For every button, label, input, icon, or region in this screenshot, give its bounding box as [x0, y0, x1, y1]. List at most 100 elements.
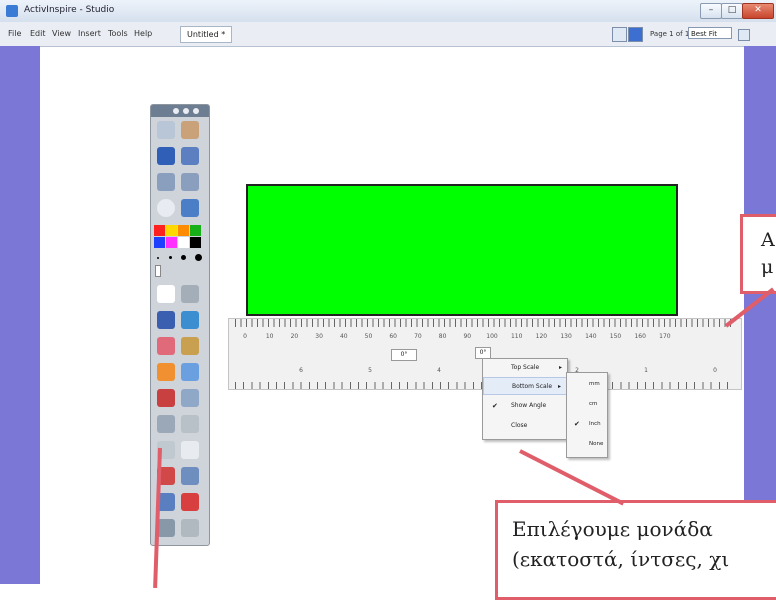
- ruler-cm-label: 0: [243, 333, 247, 340]
- clock-icon[interactable]: [157, 199, 175, 217]
- toolbox-header[interactable]: [151, 105, 209, 117]
- menu-bar: File Edit View Insert Tools Help Untitle…: [0, 22, 776, 47]
- maximize-button[interactable]: □: [721, 3, 743, 19]
- angle-display-left: 0°: [391, 349, 417, 361]
- ruler-context-menu: Top Scale ▸ Bottom Scale ▸ ✔ Show Angle …: [482, 358, 568, 440]
- ruler-cm-label: 90: [463, 333, 472, 340]
- submenu-arrow-icon: ▸: [558, 364, 562, 371]
- color-red-swatch[interactable]: [154, 225, 165, 236]
- menu-file[interactable]: File: [8, 29, 21, 38]
- ruler-cm-label: 120: [535, 333, 548, 340]
- green-rectangle[interactable]: [246, 184, 678, 316]
- trash-icon[interactable]: [181, 519, 199, 537]
- ruler-cm-label: 30: [315, 333, 323, 340]
- minimize-button[interactable]: –: [700, 3, 722, 19]
- ruler-inch-label: 1: [644, 367, 648, 374]
- menu-edit[interactable]: Edit: [30, 29, 46, 38]
- callout-bottom: Επιλέγουμε μονάδα (εκατοστά, ίντσες, χι: [495, 500, 776, 600]
- callout-text-line: (εκατοστά, ίντσες, χι: [512, 547, 730, 571]
- zoom-icon[interactable]: [181, 147, 199, 165]
- ruler-cm-label: 40: [339, 333, 348, 340]
- color-orange-swatch[interactable]: [178, 225, 189, 236]
- page-indicator: Page 1 of 1: [650, 30, 690, 38]
- unit-label: cm: [589, 401, 598, 407]
- dropdown-arrow-icon[interactable]: [738, 29, 750, 41]
- color-white-swatch[interactable]: [178, 237, 189, 248]
- shape-icon[interactable]: [157, 363, 175, 381]
- next-page-icon[interactable]: [181, 173, 199, 191]
- menu-item-label: Show Angle: [511, 402, 547, 409]
- page-view-icon[interactable]: [628, 27, 643, 42]
- color-blue-swatch[interactable]: [154, 237, 165, 248]
- pen-icon[interactable]: [157, 311, 175, 329]
- ruler-inch-label: 5: [368, 367, 372, 374]
- tools-icon[interactable]: [181, 285, 199, 303]
- toolbox-dot-icon[interactable]: [183, 108, 189, 114]
- pen-width-selector[interactable]: [157, 254, 203, 261]
- unit-option-inch[interactable]: ✔ Inch: [567, 415, 607, 433]
- callout-text-line: μ: [761, 256, 774, 278]
- color-black-swatch[interactable]: [190, 237, 201, 248]
- width-slider-handle[interactable]: [155, 265, 161, 277]
- reset-page-icon[interactable]: [181, 493, 199, 511]
- ruler-tool-icon[interactable]: [157, 415, 175, 433]
- unit-option-mm[interactable]: mm: [567, 375, 607, 393]
- menu-item-top-scale[interactable]: Top Scale ▸: [483, 359, 567, 377]
- browser-icon[interactable]: [157, 147, 175, 165]
- highlighter-icon[interactable]: [181, 311, 199, 329]
- text-icon[interactable]: [181, 389, 199, 407]
- callout-top-right: Α μ: [740, 214, 776, 294]
- menu-tools[interactable]: Tools: [108, 29, 128, 38]
- ruler-inch-label: 4: [437, 367, 441, 374]
- protractor-icon[interactable]: [181, 415, 199, 433]
- unit-label: Inch: [589, 421, 601, 427]
- unit-option-none[interactable]: None: [567, 435, 607, 453]
- app-icon: [6, 5, 18, 17]
- ruler-inch-label: 0: [713, 367, 717, 374]
- unit-label: mm: [589, 381, 600, 387]
- menu-view[interactable]: View: [52, 29, 71, 38]
- menu-item-close[interactable]: Close: [483, 417, 567, 435]
- previous-page-icon[interactable]: [157, 173, 175, 191]
- pen-mode-icon[interactable]: [181, 199, 199, 217]
- color-green-swatch[interactable]: [190, 225, 201, 236]
- ruler-cm-label: 130: [560, 333, 572, 340]
- unit-label: None: [589, 441, 604, 447]
- window-title: ActivInspire - Studio: [24, 5, 115, 15]
- zoom-select[interactable]: Best Fit: [688, 27, 732, 39]
- magic-ink-icon[interactable]: [181, 337, 199, 355]
- main-menu-icon[interactable]: [157, 121, 175, 139]
- color-magenta-swatch[interactable]: [166, 237, 177, 248]
- toolbox-dot-icon[interactable]: [193, 108, 199, 114]
- ruler-inch-label: 6: [299, 367, 303, 374]
- color-yellow-swatch[interactable]: [166, 225, 177, 236]
- checkmark-icon: ✔: [574, 420, 580, 428]
- toolbox-dot-icon[interactable]: [173, 108, 179, 114]
- close-button[interactable]: ✕: [742, 3, 774, 19]
- ruler-cm-label: 100: [486, 333, 498, 340]
- settings-icon[interactable]: [157, 519, 175, 537]
- ruler-cm-label: 150: [609, 333, 622, 340]
- menu-item-bottom-scale[interactable]: Bottom Scale ▸: [483, 377, 567, 395]
- document-tab[interactable]: Untitled *: [180, 26, 233, 43]
- spotlight-icon[interactable]: [181, 441, 199, 459]
- user-icon[interactable]: [181, 121, 199, 139]
- undo-icon[interactable]: [181, 467, 199, 485]
- ruler-cm-label: 110: [510, 333, 523, 340]
- ruler-cm-label: 80: [438, 333, 447, 340]
- menu-help[interactable]: Help: [134, 29, 152, 38]
- connector-icon[interactable]: [181, 363, 199, 381]
- unit-submenu: mm cm ✔ Inch None: [566, 372, 608, 458]
- unit-option-cm[interactable]: cm: [567, 395, 607, 413]
- menu-item-label: Bottom Scale: [512, 383, 553, 390]
- ruler-cm-label: 70: [414, 333, 422, 340]
- select-arrow-icon[interactable]: [157, 285, 175, 303]
- ruler-cm-label: 140: [585, 333, 597, 340]
- submenu-arrow-icon: ▸: [557, 383, 561, 390]
- menu-item-show-angle[interactable]: ✔ Show Angle: [483, 397, 567, 415]
- grid-icon[interactable]: [612, 27, 627, 42]
- eraser-icon[interactable]: [157, 337, 175, 355]
- menu-insert[interactable]: Insert: [78, 29, 101, 38]
- callout-text-line: Επιλέγουμε μονάδα: [512, 517, 713, 541]
- fill-icon[interactable]: [157, 389, 175, 407]
